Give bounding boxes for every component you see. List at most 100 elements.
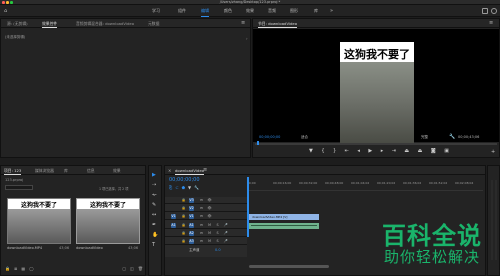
track-select-tool-icon[interactable]: ⇢ [152, 182, 158, 188]
trash-icon[interactable]: 🗑 [138, 266, 143, 273]
linked-selection-icon[interactable]: ⬟ [182, 185, 185, 190]
search-input[interactable] [5, 185, 33, 190]
program-timecode[interactable]: 00;00;00;00 [259, 135, 280, 139]
home-icon[interactable]: ⌂ [4, 8, 10, 14]
track-label[interactable]: V1 [189, 214, 194, 219]
workspace-graphics[interactable]: 图形 [290, 5, 298, 17]
panel-menu-icon[interactable]: ≡ [489, 19, 493, 28]
toggle-output-icon[interactable]: 👁 [207, 206, 212, 211]
search-icon[interactable] [491, 8, 497, 14]
lift-icon[interactable]: ⏏ [404, 148, 409, 156]
icon-view-icon[interactable]: ▦ [21, 266, 25, 273]
hand-tool-icon[interactable]: ✋ [152, 232, 158, 238]
source-patch-a1[interactable]: A1 [171, 223, 176, 228]
lock-icon[interactable]: 🔒 [5, 266, 10, 273]
close-tab-icon[interactable]: × [168, 166, 171, 175]
solo-button[interactable]: S [215, 239, 220, 244]
workspace-libraries[interactable]: 库 [314, 5, 318, 17]
extract-icon[interactable]: ⏏ [418, 148, 423, 156]
workspace-audio[interactable]: 音频 [268, 5, 276, 17]
source-patch-v1[interactable]: V1 [171, 214, 176, 219]
new-bin-icon[interactable]: ▢ [122, 266, 126, 273]
lock-track-icon[interactable]: 🔒 [181, 223, 186, 228]
program-scrubber[interactable] [255, 143, 497, 145]
add-marker-icon[interactable]: ▼ [188, 185, 191, 190]
panel-menu-icon[interactable]: ≡ [203, 166, 207, 175]
tab-effect-controls[interactable]: 效果控件 [42, 19, 58, 28]
go-to-out-icon[interactable]: ⇥ [392, 148, 396, 156]
solo-button[interactable]: S [215, 223, 220, 228]
sync-lock-icon[interactable]: ⊟ [199, 198, 204, 203]
workspace-effects[interactable]: 效果 [246, 5, 254, 17]
export-frame-icon[interactable]: ◙ [431, 148, 436, 156]
collapse-icon[interactable]: › [246, 36, 248, 41]
sync-lock-icon[interactable]: ⊟ [199, 223, 204, 228]
razor-tool-icon[interactable]: ✎ [152, 202, 158, 208]
ripple-edit-tool-icon[interactable]: ⟛ [152, 192, 158, 198]
lock-track-icon[interactable]: 🔒 [181, 231, 186, 236]
sync-lock-icon[interactable]: ⊟ [199, 206, 204, 211]
video-viewport[interactable]: 这狗我不要了 [253, 29, 499, 143]
workspace-editing[interactable]: 编辑 [201, 5, 209, 17]
lock-track-icon[interactable]: 🔒 [181, 239, 186, 244]
tab-metadata[interactable]: 元数据 [148, 19, 159, 28]
mute-button[interactable]: M [207, 239, 212, 244]
time-ruler[interactable]: 00;00 00;00;16;00 00;00;32;00 00;00;48;0… [247, 177, 483, 191]
project-item-thumbnail[interactable]: 这狗我不要了 [7, 198, 71, 244]
lock-track-icon[interactable]: 🔒 [181, 206, 186, 211]
tab-audio-clip-mixer[interactable]: 音频剪辑混合器: downloadVideo [76, 19, 134, 28]
track-label[interactable]: A2 [189, 231, 194, 236]
go-to-in-icon[interactable]: ⇤ [345, 148, 349, 156]
more-workspaces-icon[interactable]: » [330, 5, 333, 17]
pen-tool-icon[interactable]: ✒ [152, 222, 158, 228]
list-view-icon[interactable]: ≣ [14, 266, 17, 273]
microphone-icon[interactable]: 🎤 [223, 223, 228, 228]
workspace-assembly[interactable]: 组件 [178, 5, 186, 17]
new-item-icon[interactable]: ◫ [130, 266, 134, 273]
audio-clip[interactable] [249, 223, 319, 229]
snap-icon[interactable]: ⊂ [175, 185, 178, 190]
tab-effects[interactable]: 效果 [113, 166, 121, 175]
tab-project[interactable]: 项目: 123 [4, 166, 22, 175]
selection-tool-icon[interactable]: ▶ [152, 172, 158, 178]
solo-button[interactable]: S [215, 231, 220, 236]
toggle-output-icon[interactable]: 👁 [207, 198, 212, 203]
zoom-slider-icon[interactable]: ◯ [29, 266, 33, 273]
track-label[interactable]: V2 [189, 206, 194, 211]
lock-track-icon[interactable]: 🔒 [181, 198, 186, 203]
quality-dropdown[interactable]: 完整 [421, 135, 428, 140]
mark-out-icon[interactable]: } [333, 148, 336, 156]
mark-in-icon[interactable]: { [321, 148, 324, 156]
panel-menu-icon[interactable]: ≡ [241, 19, 245, 28]
nest-icon[interactable]: ⎘ [169, 185, 172, 190]
type-tool-icon[interactable]: T [152, 242, 158, 248]
track-label[interactable]: A1 [189, 223, 194, 228]
master-volume[interactable]: 0.0 [215, 248, 221, 252]
timeline-scrollbar[interactable] [249, 265, 329, 268]
playhead-indicator[interactable] [257, 141, 259, 145]
toggle-output-icon[interactable]: 👁 [207, 214, 212, 219]
sync-lock-icon[interactable]: ⊟ [199, 239, 204, 244]
video-clip[interactable]: downloadVideo.MP4 [V] [249, 214, 319, 220]
workspace-color[interactable]: 颜色 [224, 5, 232, 17]
lock-track-icon[interactable]: 🔒 [181, 214, 186, 219]
quick-export-icon[interactable] [482, 8, 488, 14]
microphone-icon[interactable]: 🎤 [223, 231, 228, 236]
tab-media-browser[interactable]: 媒体浏览器 [35, 166, 54, 175]
fit-dropdown[interactable]: 适合 [301, 135, 308, 140]
mute-button[interactable]: M [207, 231, 212, 236]
play-icon[interactable]: ▶ [368, 148, 372, 156]
tab-info[interactable]: 信息 [87, 166, 95, 175]
add-marker-icon[interactable]: ▼ [309, 148, 313, 156]
track-label[interactable]: A3 [189, 239, 194, 244]
tab-libraries[interactable]: 库 [64, 166, 68, 175]
tab-program[interactable]: 节目: downloadVideo [258, 19, 298, 28]
project-item-name[interactable]: downloadVideo.MP4 [7, 246, 42, 250]
settings-icon[interactable]: 🔧 [194, 185, 199, 190]
step-forward-icon[interactable]: ▸ [381, 148, 384, 156]
timeline-timecode[interactable]: 00;00;00;00 [169, 177, 200, 183]
microphone-icon[interactable]: 🎤 [223, 239, 228, 244]
step-back-icon[interactable]: ◂ [357, 148, 360, 156]
sync-lock-icon[interactable]: ⊟ [199, 231, 204, 236]
project-item-name[interactable]: downloadVideo [76, 246, 103, 250]
